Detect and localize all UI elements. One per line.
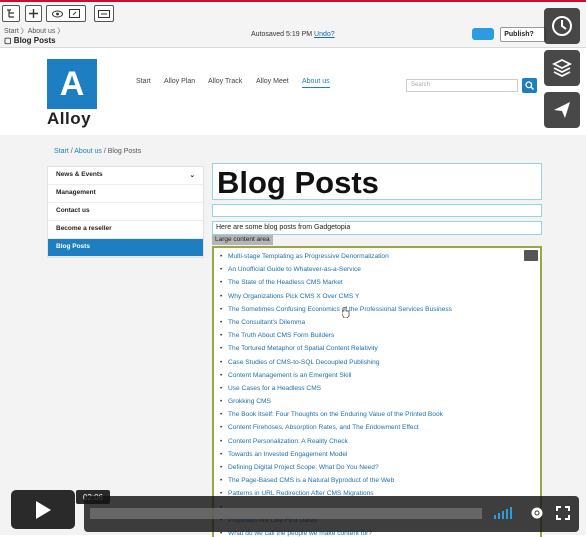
plus-icon	[29, 9, 38, 18]
empty-property-overlay[interactable]	[212, 204, 542, 217]
sidebar-item-label: News & Events	[56, 171, 103, 178]
blog-post-link[interactable]: The Page-Based CMS is a Natural Byproduc…	[220, 474, 540, 487]
eye-icon	[52, 10, 63, 17]
cms-toolbar: Start 〉About us 〉 ▢ Blog Posts Autosaved…	[0, 0, 586, 48]
search-input[interactable]: Search	[406, 79, 518, 92]
play-icon	[36, 500, 51, 519]
sidebar-item-blog-posts[interactable]: Blog Posts	[48, 239, 203, 257]
sidebar-item-label: Become a reseller	[56, 225, 112, 232]
cms-breadcrumb-path[interactable]: Start 〉About us 〉	[4, 27, 64, 36]
blog-post-link[interactable]: An Unofficial Guide to Whatever-as-a-Ser…	[220, 263, 540, 276]
blog-post-link[interactable]: Content Management is an Emergent Skill	[220, 369, 540, 382]
undo-link[interactable]: Undo?	[314, 31, 335, 38]
chevron-down-icon[interactable]: ⌄	[190, 171, 195, 179]
gear-icon[interactable]	[530, 506, 544, 520]
blog-post-link[interactable]: The Consultant's Dilemma	[220, 316, 540, 329]
sidebar-item-label: Blog Posts	[56, 243, 90, 250]
title-property-overlay[interactable]: Blog Posts	[212, 163, 542, 200]
nav-alloy-plan[interactable]: Alloy Plan	[164, 78, 195, 85]
share-button[interactable]	[544, 92, 580, 128]
compare-icon	[69, 9, 80, 18]
publish-button[interactable]: Publish?	[500, 27, 546, 42]
blog-post-link[interactable]: Content Firehoses, Absorption Rates, and…	[220, 421, 540, 434]
main-content: Blog Posts Here are some blog posts from…	[212, 163, 542, 537]
volume-icon[interactable]	[494, 507, 512, 519]
nav-start[interactable]: Start	[136, 78, 151, 85]
large-content-area[interactable]: Multi-stage Templating as Progressive De…	[212, 246, 542, 537]
breadcrumb-about[interactable]: About us	[74, 148, 102, 155]
search-icon	[525, 81, 534, 90]
play-button[interactable]	[11, 490, 75, 529]
blog-post-link[interactable]: The Sometimes Confusing Economics of the…	[220, 303, 540, 316]
page-doc-icon: ▢	[4, 36, 12, 45]
content-area-label: Large content area	[212, 235, 273, 245]
blog-post-link[interactable]: Use Cases for a Headless CMS	[220, 382, 540, 395]
logo-letter: A	[59, 64, 85, 103]
preview-button[interactable]	[94, 5, 114, 22]
blog-post-link[interactable]: Content Personalization: A Reality Check	[220, 435, 540, 448]
blog-post-link[interactable]: Why Organizations Pick CMS X Over CMS Y	[220, 290, 540, 303]
blog-post-link[interactable]: Grokking CMS	[220, 395, 540, 408]
logo-wordmark: Alloy	[47, 109, 92, 128]
sidebar-item-management[interactable]: Management	[48, 185, 203, 203]
blog-post-link[interactable]: The Tortured Metaphor of Spatial Content…	[220, 342, 540, 355]
mouse-cursor-icon	[342, 307, 350, 318]
blog-post-link[interactable]: Defining Digital Project Scope: What Do …	[220, 461, 540, 474]
blog-post-link[interactable]: The Book Itself: Four Thoughts on the En…	[220, 408, 540, 421]
sidebar-item-label: Contact us	[56, 207, 90, 214]
layers-icon	[551, 58, 573, 78]
breadcrumb-start[interactable]: Start	[54, 148, 69, 155]
nav-alloy-track[interactable]: Alloy Track	[208, 78, 242, 85]
autosave-text: Autosaved 5:19 PM	[251, 31, 313, 38]
blog-post-link[interactable]: Towards an Invested Engagement Model	[220, 448, 540, 461]
watch-later-button[interactable]	[544, 8, 580, 44]
progress-bar[interactable]	[90, 508, 482, 519]
tree-icon	[7, 9, 14, 18]
sub-navigation: News & Events ⌄ Management Contact us Be…	[47, 166, 204, 258]
intro-property-overlay[interactable]: Here are some blog posts from Gadgetopia	[212, 221, 542, 235]
fullscreen-icon[interactable]	[556, 506, 570, 520]
search-button[interactable]	[522, 78, 537, 93]
nav-about-us[interactable]: About us	[302, 78, 330, 88]
nav-alloy-meet[interactable]: Alloy Meet	[256, 78, 289, 85]
preview-icon	[98, 9, 110, 18]
clock-icon	[552, 16, 572, 36]
breadcrumb-current: Blog Posts	[107, 148, 142, 155]
site-logo[interactable]: A	[47, 59, 97, 109]
video-control-bar	[84, 496, 579, 532]
sidebar-item-contact-us[interactable]: Contact us	[48, 203, 203, 221]
cms-page-name: Blog Posts	[13, 36, 56, 45]
blog-post-link[interactable]: The Truth About CMS Form Builders	[220, 329, 540, 342]
blog-post-link[interactable]: The State of the Headless CMS Market	[220, 276, 540, 289]
page-breadcrumb: Start / About us / Blog Posts	[54, 148, 141, 155]
blog-post-link[interactable]: Case Studies of CMS-to-SQL Decoupled Pub…	[220, 356, 540, 369]
page-title: Blog Posts	[217, 165, 379, 200]
sidebar-item-become-reseller[interactable]: Become a reseller	[48, 221, 203, 239]
publish-label: Publish?	[504, 31, 534, 38]
sidebar-item-news-events[interactable]: News & Events ⌄	[48, 167, 203, 185]
comments-button[interactable]	[472, 28, 494, 40]
intro-text: Here are some blog posts from Gadgetopia	[216, 224, 351, 231]
autosave-status: Autosaved 5:19 PM Undo?	[251, 31, 335, 38]
navigation-pane-button[interactable]	[2, 5, 20, 22]
collections-button[interactable]	[544, 50, 580, 86]
cms-breadcrumb: Start 〉About us 〉 ▢ Blog Posts	[4, 27, 64, 45]
paper-plane-icon	[554, 102, 570, 118]
blog-post-list: Multi-stage Templating as Progressive De…	[214, 248, 540, 537]
blog-post-link[interactable]: Multi-stage Templating as Progressive De…	[220, 250, 540, 263]
add-button[interactable]	[25, 5, 42, 22]
view-mode-group[interactable]	[46, 5, 86, 22]
cms-accent-line	[0, 0, 586, 2]
sidebar-item-label: Management	[56, 189, 96, 196]
